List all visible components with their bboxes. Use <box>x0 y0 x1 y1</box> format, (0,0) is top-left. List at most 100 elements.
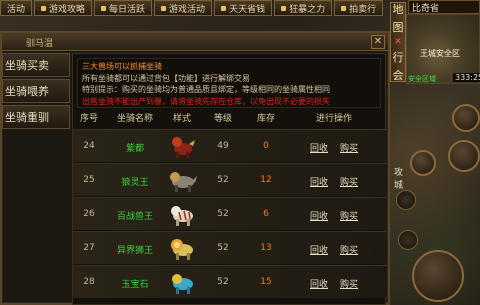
side-label: 城 <box>394 181 404 191</box>
skill-slot-icon[interactable] <box>398 230 418 250</box>
buy-button[interactable]: 购买 <box>340 175 358 188</box>
header-action: 进行操作 <box>315 114 352 124</box>
side-item-mount-feed[interactable]: 坐骑喂养 <box>2 79 70 103</box>
row-actions: 回收 购买 <box>289 243 379 256</box>
info-line: 特别提示：购买的坐骑均为普通品质且绑定，等级相同的坐骑属性相同 <box>82 85 330 94</box>
vtab-close-icon[interactable]: ✕ <box>394 37 402 47</box>
side-item-mount-trade[interactable]: 坐骑买卖 <box>2 53 70 77</box>
recycle-button[interactable]: 回收 <box>310 209 328 222</box>
zone-status: 安全区域 <box>408 75 436 83</box>
tab-berserk-power[interactable]: 狂暴之力 <box>274 0 333 16</box>
header-name: 坐骑名称 <box>116 114 153 124</box>
side-label: 攻 <box>394 168 404 178</box>
mount-red-lion-icon <box>172 137 195 158</box>
vtab-char: 行 <box>392 51 404 64</box>
header-stock: 库存 <box>256 114 275 124</box>
info-warning: 出售坐骑不能出产到暴，请将坐骑先存在仓库，以免出现不必要的损失 <box>82 96 330 106</box>
table-row: 25 狼灵王 52 12 回收 购买 <box>73 163 387 196</box>
recycle-button[interactable]: 回收 <box>310 175 328 188</box>
tab-marker-icon <box>341 5 347 11</box>
header-no: 序号 <box>79 114 98 124</box>
header-style: 样式 <box>172 114 191 124</box>
row-name: 异界狮王 <box>116 246 153 256</box>
player-coordinates: 333:258 <box>453 73 480 82</box>
row-stock: 15 <box>260 277 272 287</box>
row-actions: 回收 购买 <box>289 277 379 290</box>
buy-button[interactable]: 购买 <box>340 141 358 154</box>
buy-button[interactable]: 购买 <box>340 243 358 256</box>
recycle-button[interactable]: 回收 <box>310 277 328 290</box>
skill-slot-icon[interactable] <box>448 140 480 172</box>
tab-marker-icon <box>101 5 107 11</box>
map-guild-tab[interactable]: 地 图 ✕ 行 会 <box>390 2 406 82</box>
recycle-button[interactable]: 回收 <box>310 243 328 256</box>
row-level: 52 <box>217 277 229 287</box>
mount-lion-icon <box>171 239 193 260</box>
tab-label: 天天省钱 <box>229 4 266 15</box>
dialog-side-menu: 坐骑买卖 坐骑喂养 坐骑重驯 <box>2 53 70 131</box>
buy-button[interactable]: 购买 <box>340 277 358 290</box>
row-stock: 6 <box>263 209 269 219</box>
row-actions: 回收 购买 <box>289 141 379 154</box>
row-level: 49 <box>217 141 229 151</box>
mount-trader-dialog: 驯马温 ✕ 坐骑买卖 坐骑喂养 坐骑重驯 三大兽场可以抓捕坐骑 所有坐骑都可以通… <box>0 31 390 305</box>
header-level: 等级 <box>213 114 232 124</box>
row-name: 玉宝石 <box>121 280 149 290</box>
info-title: 三大兽场可以抓捕坐骑 <box>82 62 162 71</box>
tab-label: 活动 <box>7 4 26 15</box>
character-portrait-icon[interactable] <box>452 104 480 132</box>
vtab-char: 地 <box>392 3 404 16</box>
dialog-title: 驯马温 <box>26 39 54 49</box>
mount-trade-panel: 三大兽场可以抓捕坐骑 所有坐骑都可以通过背包【功能】进行解绑交易 特别提示：购买… <box>72 53 387 305</box>
row-level: 52 <box>217 175 229 185</box>
row-stock: 13 <box>260 243 272 253</box>
row-stock: 0 <box>263 141 269 151</box>
tab-marker-icon <box>281 5 287 11</box>
recycle-button[interactable]: 回收 <box>310 141 328 154</box>
row-level: 52 <box>217 209 229 219</box>
skill-slot-icon[interactable] <box>396 190 416 210</box>
attack-button-icon[interactable] <box>412 250 464 302</box>
table-row: 26 百战兽王 52 6 回收 购买 <box>73 197 387 230</box>
buy-button[interactable]: 购买 <box>340 209 358 222</box>
tab-daily-savings[interactable]: 天天省钱 <box>214 0 273 16</box>
tab-marker-icon <box>221 5 227 11</box>
side-item-mount-retrain[interactable]: 坐骑重驯 <box>2 105 70 129</box>
mount-tiger-icon <box>171 206 193 226</box>
row-actions: 回收 购买 <box>289 175 379 188</box>
info-line: 所有坐骑都可以通过背包【功能】进行解绑交易 <box>82 73 250 83</box>
crossed-swords-icon[interactable] <box>410 150 436 176</box>
tab-marker-icon <box>41 5 47 11</box>
row-no: 26 <box>83 209 95 219</box>
row-name: 百战兽王 <box>116 212 153 222</box>
dialog-titlebar: 驯马温 ✕ <box>2 33 388 51</box>
row-name: 紫都 <box>125 144 144 154</box>
tab-game-events[interactable]: 游戏活动 <box>154 0 213 16</box>
row-name: 狼灵王 <box>121 178 149 188</box>
row-no: 27 <box>83 243 95 253</box>
mount-jade-beast-icon <box>172 274 193 294</box>
info-box: 三大兽场可以抓捕坐骑 所有坐骑都可以通过背包【功能】进行解绑交易 特别提示：购买… <box>77 58 381 108</box>
tab-game-guide[interactable]: 游戏攻略 <box>34 0 93 16</box>
vtab-char: 会 <box>392 69 404 82</box>
row-no: 28 <box>83 277 95 287</box>
table-row: 28 玉宝石 52 15 回收 购买 <box>73 265 387 298</box>
vtab-char: 图 <box>392 21 404 34</box>
row-no: 25 <box>83 175 95 185</box>
tab-auction-house[interactable]: 拍卖行 <box>334 0 384 16</box>
top-activity-bar: 活动 游戏攻略 每日活跃 游戏活动 天天省钱 狂暴之力 拍卖行 <box>0 0 388 17</box>
row-actions: 回收 购买 <box>289 209 379 222</box>
tab-label: 狂暴之力 <box>289 4 326 15</box>
close-button[interactable]: ✕ <box>371 35 385 49</box>
mount-list: 24 紫都 49 0 回收 购买 25 狼灵王 52 12 回收 购买 26 百… <box>73 129 387 299</box>
tab-activity[interactable]: 活动 <box>0 0 33 16</box>
tab-label: 游戏活动 <box>169 4 206 15</box>
tab-label: 游戏攻略 <box>49 4 86 15</box>
map-name: 比奇省 <box>412 4 440 14</box>
table-row: 24 紫都 49 0 回收 购买 <box>73 129 387 162</box>
table-row: 27 异界狮王 52 13 回收 购买 <box>73 231 387 264</box>
tab-label: 每日活跃 <box>109 4 146 15</box>
tab-daily-active[interactable]: 每日活跃 <box>94 0 153 16</box>
tab-marker-icon <box>161 5 167 11</box>
table-header: 序号 坐骑名称 样式 等级 库存 进行操作 <box>73 111 387 127</box>
